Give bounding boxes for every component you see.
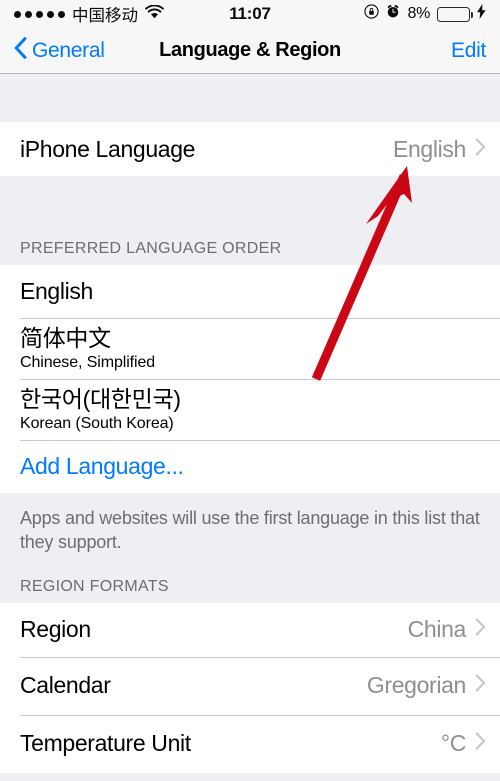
top-spacer	[0, 74, 500, 122]
edit-button[interactable]: Edit	[451, 39, 486, 63]
add-language-label: Add Language...	[20, 453, 184, 479]
list-item-language-english[interactable]: English	[0, 265, 500, 318]
wifi-icon	[145, 4, 164, 24]
language-text-stack: 简体中文 Chinese, Simplified	[20, 325, 155, 372]
status-bar-right: 8%	[364, 4, 486, 24]
language-name: 简体中文	[20, 325, 111, 352]
row-accessory-group: Gregorian	[367, 672, 486, 699]
lightning-bolt-icon	[477, 4, 486, 24]
row-accessory-group: English	[393, 136, 486, 163]
row-value: English	[393, 135, 466, 162]
language-name: English	[20, 278, 93, 304]
row-temperature-unit[interactable]: Temperature Unit °C	[0, 714, 500, 773]
row-region[interactable]: Region China	[0, 602, 500, 657]
language-text-stack: 한국어(대한민국) Korean (South Korea)	[20, 386, 181, 433]
preferred-language-order-group: English 简体中文 Chinese, Simplified 한국어(대한민…	[0, 265, 500, 493]
add-language-button[interactable]: Add Language...	[0, 440, 500, 493]
list-item-language-chinese[interactable]: 简体中文 Chinese, Simplified	[0, 318, 500, 379]
row-accessory-group: China	[408, 616, 486, 643]
carrier-label: 中国移动	[72, 7, 138, 25]
battery-percentage-label: 8%	[407, 5, 430, 22]
row-accessory-group: °C	[441, 730, 486, 757]
row-value: Gregorian	[366, 672, 466, 698]
signal-strength-icon	[14, 10, 65, 18]
language-name: 한국어(대한민국)	[20, 386, 181, 413]
chevron-right-icon	[475, 674, 486, 697]
row-label: Region	[20, 616, 91, 642]
list-item-language-korean[interactable]: 한국어(대한민국) Korean (South Korea)	[0, 379, 500, 440]
back-button-label: General	[32, 38, 105, 62]
language-subtitle: Chinese, Simplified	[20, 353, 156, 371]
row-calendar[interactable]: Calendar Gregorian	[0, 656, 500, 715]
chevron-right-icon	[475, 618, 486, 641]
preferred-language-footer-note: Apps and websites will use the first lan…	[0, 493, 500, 567]
back-button[interactable]: General	[14, 37, 105, 64]
iphone-language-group: iPhone Language English	[0, 122, 500, 176]
row-value: °C	[440, 730, 466, 756]
iphone-settings-screen: 中国移动 11:07 8% General Language & Region …	[0, 0, 500, 781]
row-label: Temperature Unit	[20, 730, 191, 756]
row-value: China	[407, 616, 467, 642]
chevron-right-icon	[475, 137, 486, 161]
status-bar-left: 中国移动	[14, 2, 164, 26]
row-label: Calendar	[20, 672, 111, 698]
section-header-region-formats: REGION FORMATS	[0, 566, 500, 603]
row-label: iPhone Language	[20, 135, 196, 162]
section-header-preferred-language-order: PREFERRED LANGUAGE ORDER	[0, 176, 500, 265]
chevron-left-icon	[14, 37, 27, 64]
navigation-bar: General Language & Region Edit	[0, 28, 500, 74]
region-formats-group: Region China Calendar Gregorian Temperat…	[0, 602, 500, 773]
rotation-lock-icon	[364, 4, 380, 24]
battery-icon	[437, 6, 474, 22]
chevron-right-icon	[475, 732, 486, 755]
language-subtitle: Korean (South Korea)	[20, 414, 174, 432]
status-bar: 中国移动 11:07 8%	[0, 0, 500, 28]
row-iphone-language[interactable]: iPhone Language English	[0, 122, 500, 176]
alarm-clock-icon	[386, 4, 400, 24]
